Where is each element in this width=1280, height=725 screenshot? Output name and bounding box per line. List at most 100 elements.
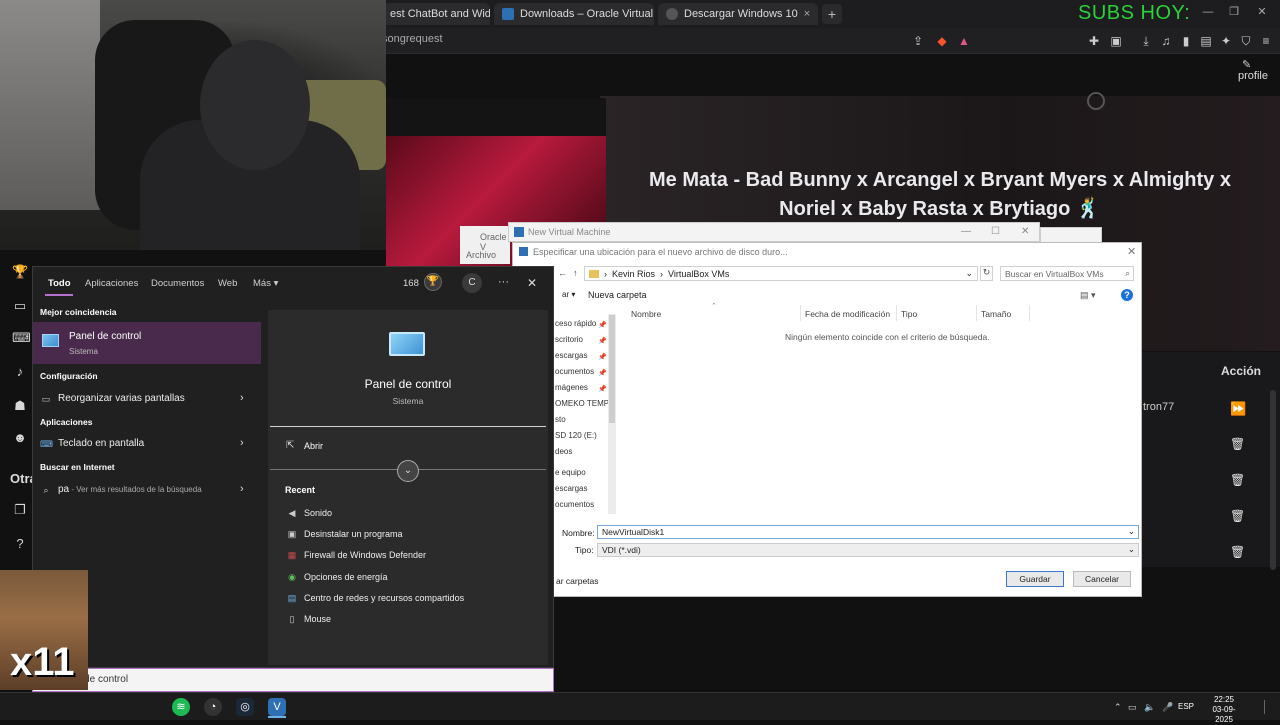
nav-item[interactable]: scritorio <box>555 335 583 344</box>
recent-item[interactable]: Sonido <box>304 508 332 518</box>
more-options-icon[interactable]: ··· <box>498 276 509 288</box>
nav-item[interactable]: deos <box>555 447 572 456</box>
tab-chatbot[interactable]: est ChatBot and Widget × <box>382 3 490 25</box>
nav-scrollbar-thumb[interactable] <box>609 315 615 423</box>
chevron-right-icon[interactable]: › <box>240 392 244 404</box>
tab-aplicaciones[interactable]: Aplicaciones <box>85 278 138 289</box>
trash-icon[interactable]: 🗑 <box>1230 509 1245 523</box>
menu-archivo[interactable]: Archivo <box>466 250 496 260</box>
user-avatar[interactable]: C <box>462 273 482 293</box>
path-breadcrumb[interactable]: › Kevin Rios › VirtualBox VMs ⌄ <box>584 266 978 281</box>
obs-icon[interactable]: ◔ <box>204 698 222 716</box>
chevron-right-icon[interactable]: › <box>240 483 244 495</box>
column-header-type[interactable]: Tipo <box>901 309 917 319</box>
column-header-size[interactable]: Tamaño <box>981 309 1011 319</box>
url-text[interactable]: songrequest <box>382 33 443 45</box>
close-tab-icon[interactable]: × <box>804 8 810 20</box>
show-desktop-button[interactable] <box>1264 700 1265 714</box>
trash-icon[interactable]: 🗑 <box>1230 437 1245 451</box>
vpn-shield-icon[interactable]: ⛉ <box>1238 33 1254 49</box>
save-button[interactable]: Guardar <box>1006 571 1064 587</box>
recent-item[interactable]: Firewall de Windows Defender <box>304 550 426 560</box>
nav-item[interactable]: SD 120 (E:) <box>555 431 597 440</box>
tab-mas[interactable]: Más ▾ <box>253 278 278 289</box>
nav-item[interactable]: OMEKO TEMPL <box>555 399 614 408</box>
gamepad-icon[interactable]: ⌨ <box>12 330 31 346</box>
close-icon[interactable]: ✕ <box>1127 245 1136 258</box>
recent-item[interactable]: Opciones de energía <box>304 572 388 582</box>
web-result[interactable]: pa - Ver más resultados de la búsqueda <box>58 484 202 495</box>
profile-link[interactable]: profile <box>1238 70 1268 82</box>
users-icon[interactable]: ☻ <box>12 430 28 446</box>
microphone-icon[interactable]: 🎤 <box>1162 702 1173 713</box>
chevron-up-icon[interactable]: ⌃ <box>1114 702 1122 713</box>
recent-item[interactable]: Centro de redes y recursos compartidos <box>304 593 464 603</box>
minimize-icon[interactable]: — <box>961 226 971 237</box>
tab-virtualbox-downloads[interactable]: Downloads – Oracle VirtualBox <box>494 3 654 25</box>
volume-icon[interactable]: 🔈 <box>1144 702 1155 713</box>
music-note-icon[interactable]: ♪ <box>12 364 28 380</box>
nav-item[interactable]: e equipo <box>555 468 586 477</box>
column-header-name[interactable]: Nombre <box>631 309 661 319</box>
rewards-icon[interactable]: ▲ <box>956 33 972 49</box>
trophy-icon[interactable]: 🏆 <box>12 264 28 280</box>
minimize-icon[interactable]: — <box>1200 4 1216 20</box>
breadcrumb-kevin-rios[interactable]: Kevin Rios <box>612 269 655 279</box>
organize-button[interactable]: ar ▾ <box>562 290 575 299</box>
chat-icon[interactable]: ▭ <box>12 298 28 314</box>
brave-shield-icon[interactable]: ◆ <box>934 33 950 49</box>
nav-item[interactable]: ocumentos <box>555 367 594 376</box>
maximize-icon[interactable]: ☐ <box>991 226 1000 237</box>
sidebar-icon[interactable]: ▮ <box>1178 33 1194 49</box>
virtualbox-taskbar-icon[interactable]: V <box>268 698 286 716</box>
copy-icon[interactable]: ❐ <box>12 502 28 518</box>
filetype-select[interactable]: VDI (*.vdi) ⌄ <box>597 543 1139 557</box>
skip-icon[interactable]: ⏩ <box>1230 401 1246 416</box>
wallet-icon[interactable]: ▤ <box>1198 33 1214 49</box>
close-icon[interactable]: ✕ <box>527 276 537 290</box>
tab-documentos[interactable]: Documentos <box>151 278 204 289</box>
chevron-right-icon[interactable]: › <box>240 437 244 449</box>
chevron-down-icon[interactable]: ⌄ <box>965 268 973 279</box>
new-tab-button[interactable]: + <box>822 4 842 24</box>
clock[interactable]: 22:25 03-09-2025 <box>1204 695 1244 725</box>
queue-scrollbar[interactable] <box>1270 390 1276 570</box>
open-action[interactable]: Abrir <box>304 441 323 451</box>
new-folder-button[interactable]: Nueva carpeta <box>588 290 647 300</box>
up-arrow-icon[interactable]: ↑ <box>573 268 578 278</box>
filename-input[interactable]: NewVirtualDisk1 ⌄ <box>597 525 1139 539</box>
group-icon[interactable]: ☗ <box>12 398 28 414</box>
nav-item[interactable]: mágenes <box>555 383 588 392</box>
best-match-row[interactable] <box>33 322 261 364</box>
screenshot-icon[interactable]: ▣ <box>1108 33 1124 49</box>
view-options-icon[interactable]: ▤ ▾ <box>1080 290 1096 301</box>
recent-item[interactable]: Mouse <box>304 614 331 624</box>
chevron-down-icon[interactable]: ⌄ <box>1128 526 1135 537</box>
dialog-search-input[interactable]: Buscar en VirtualBox VMs ⌕ <box>1000 266 1134 281</box>
new-vm-window[interactable]: New Virtual Machine — ☐ ✕ <box>508 222 1040 242</box>
trophy-icon[interactable]: 🏆 <box>424 273 442 291</box>
spotify-icon[interactable]: ≋ <box>172 698 190 716</box>
expand-chevron-icon[interactable]: ⌄ <box>397 460 419 482</box>
nav-item[interactable]: ceso rápido <box>555 319 596 328</box>
app-result[interactable]: Teclado en pantalla <box>58 438 144 449</box>
trash-icon[interactable]: 🗑 <box>1230 473 1245 487</box>
download-icon[interactable]: ⤓ <box>1138 33 1154 49</box>
refresh-icon[interactable]: ↻ <box>980 266 993 281</box>
column-header-date[interactable]: Fecha de modificación <box>805 309 890 319</box>
breadcrumb-virtualbox-vms[interactable]: VirtualBox VMs <box>668 269 729 279</box>
tab-web[interactable]: Web <box>218 278 237 289</box>
leo-ai-icon[interactable]: ✦ <box>1218 33 1234 49</box>
back-arrow-icon[interactable]: ← <box>558 268 567 278</box>
language-indicator[interactable]: ESP <box>1178 702 1194 711</box>
extensions-icon[interactable]: ✚ <box>1086 33 1102 49</box>
help-icon[interactable]: ? <box>1121 289 1133 301</box>
config-result[interactable]: Reorganizar varias pantallas <box>58 393 185 404</box>
nav-item[interactable]: escargas <box>555 484 587 493</box>
nav-item[interactable]: sto <box>555 415 566 424</box>
trash-icon[interactable]: 🗑 <box>1230 545 1245 559</box>
share-icon[interactable]: ⇪ <box>910 33 926 49</box>
nav-item[interactable]: escargas <box>555 351 587 360</box>
steam-icon[interactable]: ◎ <box>236 698 254 716</box>
help-icon[interactable]: ? <box>12 536 28 552</box>
